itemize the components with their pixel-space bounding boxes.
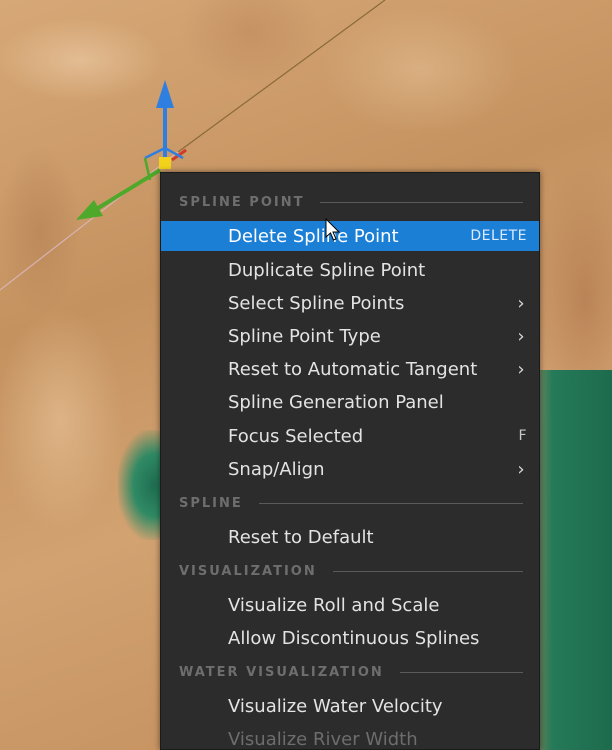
- menu-item-visualize-river-width: Visualize River Width: [161, 724, 539, 750]
- section-header-spline-point: SPLINE POINT: [161, 190, 539, 214]
- section-header-spline: SPLINE: [161, 491, 539, 515]
- menu-item-label: Delete Spline Point: [228, 225, 399, 247]
- section-label: SPLINE: [179, 495, 243, 511]
- menu-item-label: Allow Discontinuous Splines: [228, 627, 480, 649]
- menu-item-label: Reset to Default: [228, 526, 374, 548]
- section-label: VISUALIZATION: [179, 563, 317, 579]
- section-divider: [399, 671, 523, 673]
- menu-item-label: Spline Generation Panel: [228, 391, 444, 413]
- chevron-right-icon: ›: [517, 458, 525, 480]
- menu-item-select-spline-points[interactable]: Select Spline Points ›: [161, 288, 539, 318]
- chevron-right-icon: ›: [517, 358, 525, 380]
- menu-item-label: Visualize Water Velocity: [228, 695, 443, 717]
- menu-item-reset-to-default[interactable]: Reset to Default: [161, 522, 539, 552]
- menu-item-label: Spline Point Type: [228, 325, 381, 347]
- menu-item-label: Reset to Automatic Tangent: [228, 358, 478, 380]
- menu-item-duplicate-spline-point[interactable]: Duplicate Spline Point: [161, 255, 539, 285]
- shortcut-label: F: [518, 428, 527, 444]
- menu-item-visualize-roll-and-scale[interactable]: Visualize Roll and Scale: [161, 590, 539, 620]
- spline-point-handle[interactable]: [159, 157, 171, 169]
- section-header-water-visualization: WATER VISUALIZATION: [161, 660, 539, 684]
- menu-item-spline-point-type[interactable]: Spline Point Type ›: [161, 321, 539, 351]
- section-label: SPLINE POINT: [179, 194, 305, 210]
- menu-item-visualize-water-velocity[interactable]: Visualize Water Velocity: [161, 691, 539, 721]
- section-label: WATER VISUALIZATION: [179, 664, 384, 680]
- menu-item-label: Select Spline Points: [228, 292, 405, 314]
- menu-item-reset-to-automatic-tangent[interactable]: Reset to Automatic Tangent ›: [161, 354, 539, 384]
- shortcut-label: DELETE: [470, 228, 527, 244]
- menu-item-allow-discontinuous-splines[interactable]: Allow Discontinuous Splines: [161, 623, 539, 653]
- section-divider: [332, 570, 523, 572]
- menu-item-delete-spline-point[interactable]: Delete Spline Point DELETE: [161, 221, 539, 251]
- chevron-right-icon: ›: [517, 325, 525, 347]
- section-header-visualization: VISUALIZATION: [161, 559, 539, 583]
- chevron-right-icon: ›: [517, 292, 525, 314]
- menu-item-label: Duplicate Spline Point: [228, 259, 426, 281]
- menu-item-spline-generation-panel[interactable]: Spline Generation Panel: [161, 387, 539, 417]
- mouse-cursor-icon: [325, 218, 341, 241]
- menu-item-label: Snap/Align: [228, 458, 325, 480]
- section-divider: [258, 502, 523, 504]
- menu-item-label: Focus Selected: [228, 425, 364, 447]
- menu-item-label: Visualize Roll and Scale: [228, 594, 440, 616]
- context-menu: SPLINE POINT Delete Spline Point DELETE …: [160, 172, 540, 750]
- section-divider: [320, 201, 523, 203]
- menu-item-label: Visualize River Width: [228, 728, 418, 750]
- menu-item-focus-selected[interactable]: Focus Selected F: [161, 421, 539, 451]
- menu-item-snap-align[interactable]: Snap/Align ›: [161, 454, 539, 484]
